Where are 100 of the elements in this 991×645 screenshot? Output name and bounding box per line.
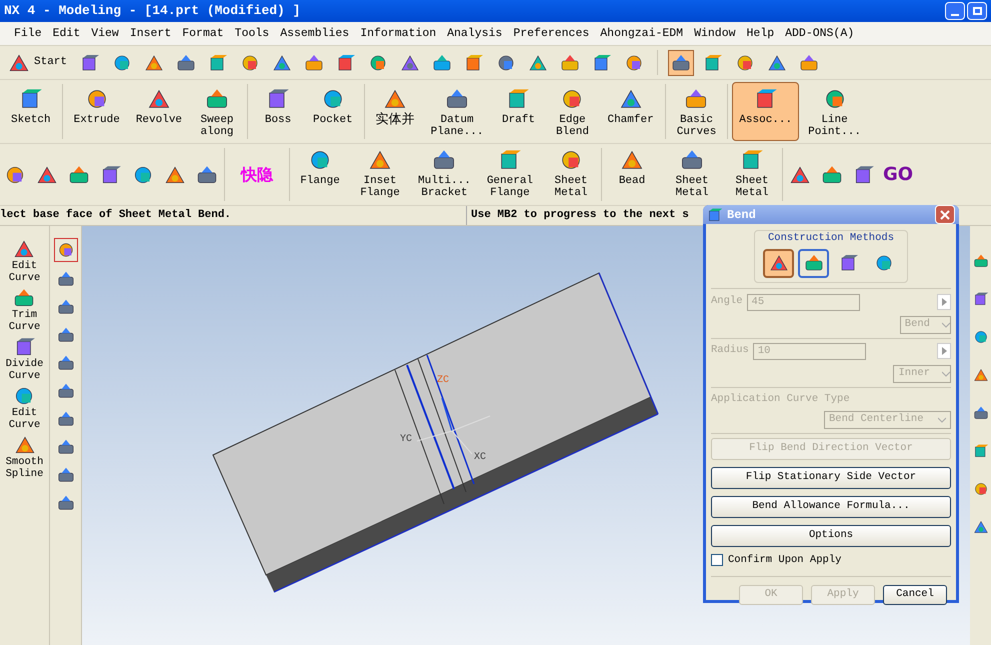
curve-tool-button[interactable]: Edit Curve xyxy=(8,238,40,284)
tool-icon xyxy=(56,354,74,372)
tool-icon xyxy=(56,438,74,456)
button-label: Draft xyxy=(502,114,535,126)
menu-item[interactable]: ADD-ONS(A) xyxy=(785,24,854,42)
curve-tool-button[interactable]: Smooth Spline xyxy=(6,434,44,480)
restore-button[interactable] xyxy=(967,2,987,20)
feature-button[interactable]: Extrude xyxy=(66,82,127,141)
method-icon xyxy=(874,253,894,274)
menu-item[interactable]: Window xyxy=(694,24,736,42)
feature-button[interactable]: 实体并 xyxy=(368,82,422,141)
feature-button[interactable]: Sketch xyxy=(4,82,58,141)
feature-icon xyxy=(680,148,704,172)
button-label: Chamfer xyxy=(607,114,654,126)
feature-button[interactable]: Basic Curves xyxy=(670,82,724,141)
sheet-metal-button[interactable]: Sheet Metal xyxy=(666,144,718,205)
menu-item[interactable]: Analysis xyxy=(447,24,502,42)
sheet-metal-button[interactable]: Multi... Bracket xyxy=(414,144,475,205)
tool-icon xyxy=(56,466,74,484)
button-label: Edge Blend xyxy=(556,114,589,138)
tool-icon xyxy=(972,519,988,535)
footer-button[interactable]: Cancel xyxy=(883,585,947,606)
feature-button[interactable]: Assoc... xyxy=(732,82,800,141)
feature-button[interactable]: Draft xyxy=(492,82,544,141)
feature-button[interactable]: Boss xyxy=(252,82,304,141)
tool-icon xyxy=(972,329,988,345)
menu-item[interactable]: Tools xyxy=(234,24,270,42)
axis-label: YC xyxy=(400,433,412,447)
button-label: Line Point... xyxy=(808,114,861,138)
button-label: Basic Curves xyxy=(676,114,716,138)
chevron-icon xyxy=(942,370,950,377)
tool-icon xyxy=(208,52,228,72)
sheet-metal-button[interactable]: Bead xyxy=(606,144,658,205)
menu-item[interactable]: Assemblies xyxy=(280,24,350,42)
confirm-checkbox[interactable] xyxy=(711,554,723,566)
menu-item[interactable]: Edit xyxy=(52,24,80,42)
feature-button[interactable]: Edge Blend xyxy=(546,82,598,141)
tool-icon xyxy=(100,164,122,186)
button-label: Trim Curve xyxy=(8,309,40,333)
dialog-button[interactable]: Options xyxy=(711,524,951,546)
menu-item[interactable]: Information xyxy=(360,24,436,42)
field-label: Angle xyxy=(711,294,743,310)
menu-item[interactable]: Format xyxy=(182,24,224,42)
feature-button[interactable]: Sweep along xyxy=(191,82,244,141)
feature-icon xyxy=(684,87,708,111)
expand-button[interactable] xyxy=(937,343,951,360)
button-label: Flange xyxy=(300,175,340,187)
sheet-metal-button[interactable]: Flange xyxy=(294,144,346,205)
sheet-metal-button[interactable]: General Flange xyxy=(482,144,538,205)
tool-icon xyxy=(56,298,74,316)
feature-button[interactable]: Revolve xyxy=(128,82,190,141)
sheet-metal-button[interactable]: Inset Flange xyxy=(354,144,406,205)
feature-icon xyxy=(445,87,470,111)
feature-button[interactable]: Chamfer xyxy=(600,82,661,141)
tool-icon xyxy=(56,494,74,512)
menu-item[interactable]: Insert xyxy=(130,24,172,42)
tool-icon xyxy=(703,52,724,72)
snap-button[interactable] xyxy=(668,50,694,76)
menu-item[interactable]: Ahongzai-EDM xyxy=(600,24,684,42)
button-label: 实体并 xyxy=(376,114,415,126)
tool-icon xyxy=(368,52,388,72)
dialog-button[interactable]: Flip Stationary Side Vector xyxy=(711,466,951,488)
selection-button[interactable] xyxy=(54,238,78,262)
tool-icon xyxy=(853,164,876,186)
status-prompt: lect base face of Sheet Metal Bend. xyxy=(0,208,232,224)
method-button[interactable] xyxy=(798,248,829,278)
axis-label: ZC xyxy=(437,374,450,388)
button-label: Pocket xyxy=(313,114,353,126)
button-label: Edit Curve xyxy=(8,407,40,431)
tool-icon xyxy=(972,291,988,307)
app-icon xyxy=(707,206,723,222)
button-label: Datum Plane... xyxy=(430,114,484,138)
feature-button[interactable]: Datum Plane... xyxy=(424,82,490,141)
tool-icon xyxy=(80,52,100,72)
menu-item[interactable]: View xyxy=(91,24,119,42)
tool-icon xyxy=(972,253,988,269)
sheet-metal-button[interactable]: Sheet Metal xyxy=(726,144,778,205)
dialog-button[interactable]: Bend Allowance Formula... xyxy=(711,496,951,518)
menu-item[interactable]: Help xyxy=(746,24,774,42)
menu-item[interactable]: File xyxy=(14,24,42,42)
minimize-button[interactable] xyxy=(945,2,965,20)
curve-tool-button[interactable]: Divide Curve xyxy=(6,336,44,382)
start-button[interactable]: Start xyxy=(4,50,72,76)
curve-tool-button[interactable]: Trim Curve xyxy=(8,287,40,333)
expand-button[interactable] xyxy=(937,294,951,310)
dialog-title: Bend xyxy=(727,206,756,224)
button-label: Revolve xyxy=(136,114,182,126)
button-label: Assoc... xyxy=(739,114,792,126)
button-label: Sweep along xyxy=(200,114,234,138)
curve-tool-button[interactable]: Edit Curve xyxy=(8,385,40,431)
menu-item[interactable]: Preferences xyxy=(513,24,590,42)
sheet-metal-button[interactable]: Sheet Metal xyxy=(545,144,598,205)
go-logo[interactable]: GO xyxy=(883,161,914,188)
close-button[interactable] xyxy=(935,205,955,224)
method-button[interactable] xyxy=(763,248,794,278)
feature-button[interactable]: Line Point... xyxy=(801,82,868,141)
chevron-icon xyxy=(938,416,946,422)
tool-icon xyxy=(560,52,580,72)
feature-button[interactable]: Pocket xyxy=(306,82,360,141)
tool-icon xyxy=(196,164,218,186)
